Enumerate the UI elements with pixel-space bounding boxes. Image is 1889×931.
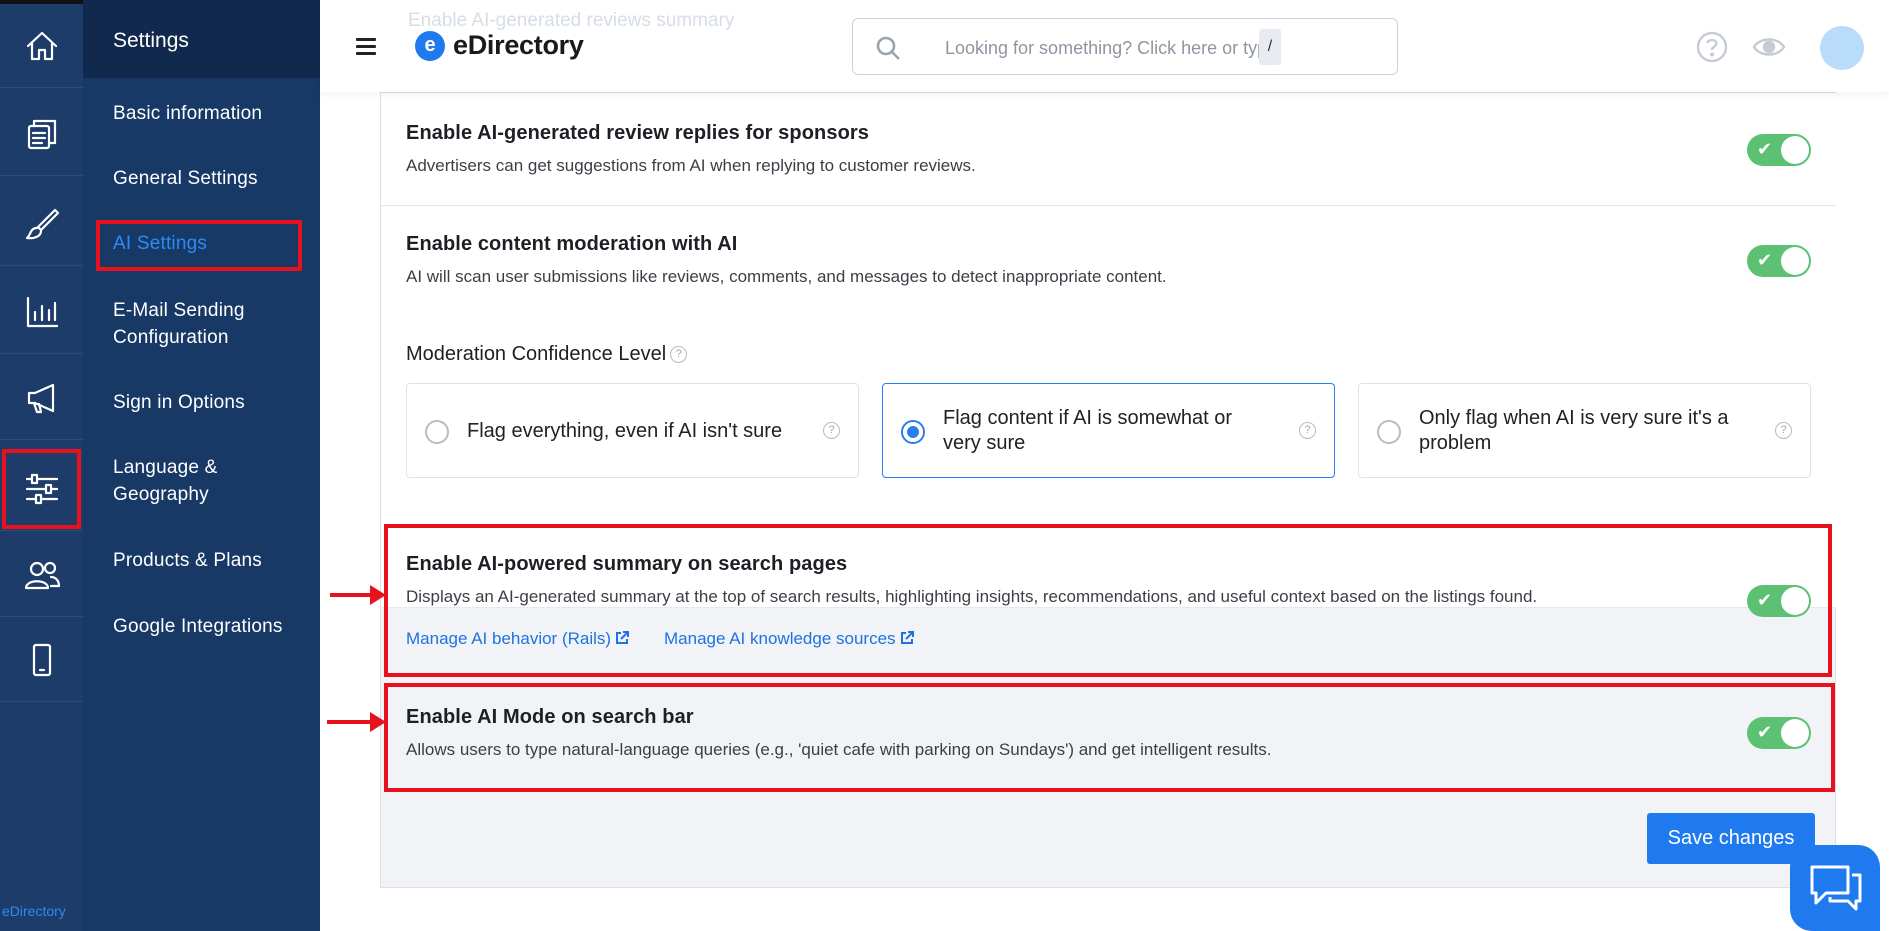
eye-icon — [1752, 38, 1786, 56]
rail-brand: eDirectory — [2, 903, 66, 919]
search-shortcut-key: / — [1259, 29, 1281, 65]
rail-home[interactable] — [0, 4, 83, 88]
confidence-option-somewhat[interactable]: Flag content if AI is somewhat or very s… — [882, 383, 1335, 478]
avatar[interactable] — [1820, 26, 1864, 70]
chat-bubble-icon — [1810, 865, 1862, 911]
check-icon: ✔ — [1757, 139, 1773, 159]
help-icon[interactable]: ? — [1299, 422, 1316, 439]
menu-item-sign-in-options[interactable]: Sign in Options — [113, 389, 308, 416]
radio-button-selected[interactable] — [901, 420, 925, 444]
search-summary-highlight — [384, 524, 1832, 677]
chat-support-button[interactable] — [1790, 845, 1880, 931]
moderation-title: Enable content moderation with AI — [406, 233, 738, 255]
top-header: Enable AI-generated reviews summary e eD… — [320, 0, 1889, 92]
rail-design[interactable] — [0, 182, 83, 266]
scrolled-heading: Enable AI-generated reviews summary — [408, 10, 735, 31]
menu-item-general-settings[interactable]: General Settings — [113, 165, 308, 192]
logo-text: eDirectory — [453, 30, 584, 60]
help-circle-icon — [1696, 31, 1728, 63]
settings-menu: Settings Basic information General Setti… — [83, 0, 320, 931]
hamburger-icon[interactable] — [356, 38, 376, 55]
menu-title: Settings — [83, 0, 320, 78]
chart-icon — [26, 296, 58, 327]
home-icon — [26, 31, 57, 60]
option-label: Only flag when AI is very sure it's a pr… — [1419, 407, 1729, 454]
megaphone-icon — [27, 383, 54, 413]
confidence-level-label: Moderation Confidence Level? — [406, 343, 688, 366]
users-icon — [24, 561, 60, 589]
moderation-desc: AI will scan user submissions like revie… — [406, 267, 1167, 286]
rail-content[interactable] — [0, 92, 83, 176]
rail-reports[interactable] — [0, 270, 83, 354]
option-label: Flag content if AI is somewhat or very s… — [943, 407, 1233, 454]
review-replies-title: Enable AI-generated review replies for s… — [406, 122, 869, 144]
radio-button[interactable] — [425, 420, 449, 444]
menu-item-email-sending[interactable]: E-Mail Sending Configuration — [113, 297, 308, 351]
logo-mark-icon: e — [415, 30, 445, 61]
radio-button[interactable] — [1377, 420, 1401, 444]
sliders-icon — [25, 473, 58, 504]
rail-mobile[interactable] — [0, 618, 83, 702]
menu-item-ai-settings[interactable]: AI Settings — [113, 230, 308, 257]
save-changes-button[interactable]: Save changes — [1647, 813, 1815, 864]
help-button[interactable] — [1695, 30, 1729, 64]
menu-item-products-plans[interactable]: Products & Plans — [113, 547, 308, 574]
ai-mode-highlight — [384, 683, 1835, 792]
option-label: Flag everything, even if AI isn't sure — [467, 420, 783, 442]
search-input[interactable]: Looking for something? Click here or typ… — [852, 18, 1398, 75]
brand-logo[interactable]: e eDirectory — [415, 30, 584, 61]
confidence-level-text: Moderation Confidence Level — [406, 343, 667, 365]
help-icon[interactable]: ? — [823, 422, 840, 439]
rail-users[interactable] — [0, 533, 83, 617]
icon-rail: eDirectory — [0, 0, 83, 931]
check-icon: ✔ — [1757, 250, 1773, 270]
search-placeholder: Looking for something? Click here or typ… — [945, 38, 1278, 58]
review-replies-desc: Advertisers can get suggestions from AI … — [406, 156, 976, 175]
arrow-icon — [327, 712, 386, 732]
help-icon[interactable]: ? — [1775, 422, 1792, 439]
help-icon[interactable]: ? — [670, 346, 688, 364]
brush-icon — [25, 208, 59, 239]
rail-promote[interactable] — [0, 356, 83, 440]
confidence-option-very-sure[interactable]: Only flag when AI is very sure it's a pr… — [1358, 383, 1811, 478]
preview-button[interactable] — [1752, 30, 1786, 64]
pages-icon — [27, 119, 56, 149]
mobile-icon — [32, 643, 51, 676]
divider — [381, 205, 1836, 206]
review-replies-toggle[interactable]: ✔ — [1747, 134, 1811, 166]
rail-settings[interactable] — [0, 447, 83, 531]
moderation-toggle[interactable]: ✔ — [1747, 245, 1811, 277]
menu-item-language-geography[interactable]: Language & Geography — [113, 454, 308, 508]
menu-item-google-integrations[interactable]: Google Integrations — [113, 613, 308, 640]
arrow-icon — [330, 585, 386, 605]
confidence-option-everything[interactable]: Flag everything, even if AI isn't sure ? — [406, 383, 859, 478]
search-icon — [876, 36, 900, 60]
menu-item-basic-information[interactable]: Basic information — [113, 100, 308, 127]
